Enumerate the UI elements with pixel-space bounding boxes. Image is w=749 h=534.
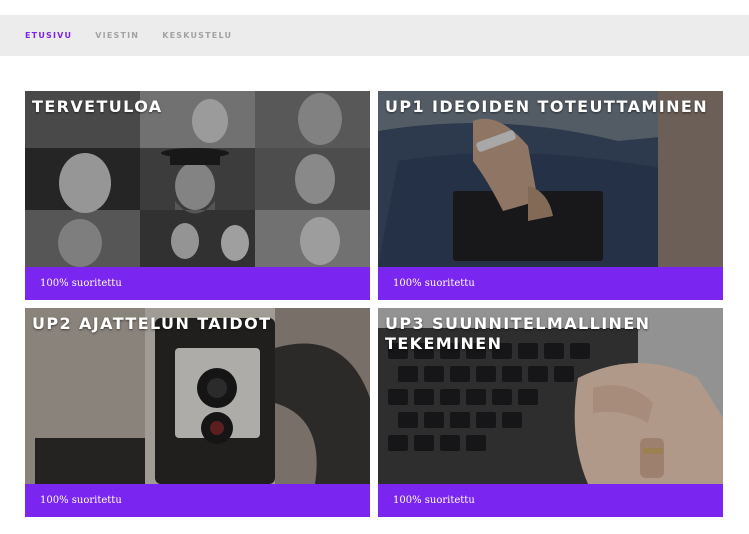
card-status-bar: 100% suoritettu [25, 484, 370, 517]
card-status-text: 100% suoritettu [40, 495, 122, 506]
nav-item-viestin[interactable]: VIESTIN [95, 31, 139, 40]
course-card-up3[interactable]: UP3 SUUNNITELMALLINEN TEKEMINEN 100% suo… [378, 308, 723, 517]
card-title: UP1 IDEOIDEN TOTEUTTAMINEN [385, 97, 708, 116]
course-card-up1[interactable]: UP1 IDEOIDEN TOTEUTTAMINEN 100% suoritet… [378, 91, 723, 300]
card-title: TERVETULOA [32, 97, 163, 116]
top-nav-bar: ETUSIVU VIESTIN KESKUSTELU [0, 15, 749, 56]
course-card-up2[interactable]: UP2 AJATTELUN TAIDOT 100% suoritettu [25, 308, 370, 517]
card-title: UP3 SUUNNITELMALLINEN TEKEMINEN [385, 314, 651, 353]
person-with-notebook-photo [378, 91, 723, 267]
portrait-grid-photo [25, 91, 370, 267]
card-status-bar: 100% suoritettu [378, 267, 723, 300]
vintage-camera-photo [25, 308, 370, 484]
card-status-text: 100% suoritettu [40, 278, 122, 289]
card-status-text: 100% suoritettu [393, 278, 475, 289]
course-card-tervetuloa[interactable]: TERVETULOA 100% suoritettu [25, 91, 370, 300]
card-status-text: 100% suoritettu [393, 495, 475, 506]
card-status-bar: 100% suoritettu [25, 267, 370, 300]
card-title: UP2 AJATTELUN TAIDOT [32, 314, 272, 333]
nav-item-etusivu[interactable]: ETUSIVU [25, 31, 72, 40]
card-status-bar: 100% suoritettu [378, 484, 723, 517]
nav-item-keskustelu[interactable]: KESKUSTELU [162, 31, 232, 40]
